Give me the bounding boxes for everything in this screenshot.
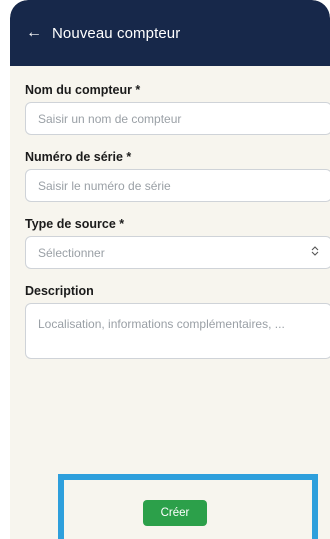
description-label: Description (25, 284, 94, 298)
back-arrow-icon[interactable]: ← (26, 25, 42, 41)
name-input[interactable]: Saisir un nom de compteur (25, 102, 330, 135)
source-type-label: Type de source * (25, 217, 125, 231)
app-screen: ← Nouveau compteur Nom du compteur * Sai… (10, 0, 330, 539)
serial-label: Numéro de série * (25, 150, 132, 164)
description-field-group: Description Localisation, informations c… (25, 284, 330, 359)
source-type-field-group: Type de source * Sélectionner (25, 217, 330, 269)
page-title: Nouveau compteur (52, 24, 181, 42)
source-type-select[interactable]: Sélectionner (25, 236, 330, 269)
meter-form: Nom du compteur * Saisir un nom de compt… (10, 66, 330, 359)
name-label: Nom du compteur * (25, 83, 141, 97)
create-button[interactable]: Créer (143, 500, 207, 526)
app-header: ← Nouveau compteur (10, 0, 330, 66)
source-type-placeholder: Sélectionner (38, 245, 105, 260)
serial-field-group: Numéro de série * Saisir le numéro de sé… (25, 150, 330, 202)
serial-input[interactable]: Saisir le numéro de série (25, 169, 330, 202)
name-field-group: Nom du compteur * Saisir un nom de compt… (25, 83, 330, 135)
description-textarea[interactable]: Localisation, informations complémentair… (25, 303, 330, 359)
action-area: Créer (58, 474, 318, 539)
updown-chevron-icon (311, 246, 319, 259)
